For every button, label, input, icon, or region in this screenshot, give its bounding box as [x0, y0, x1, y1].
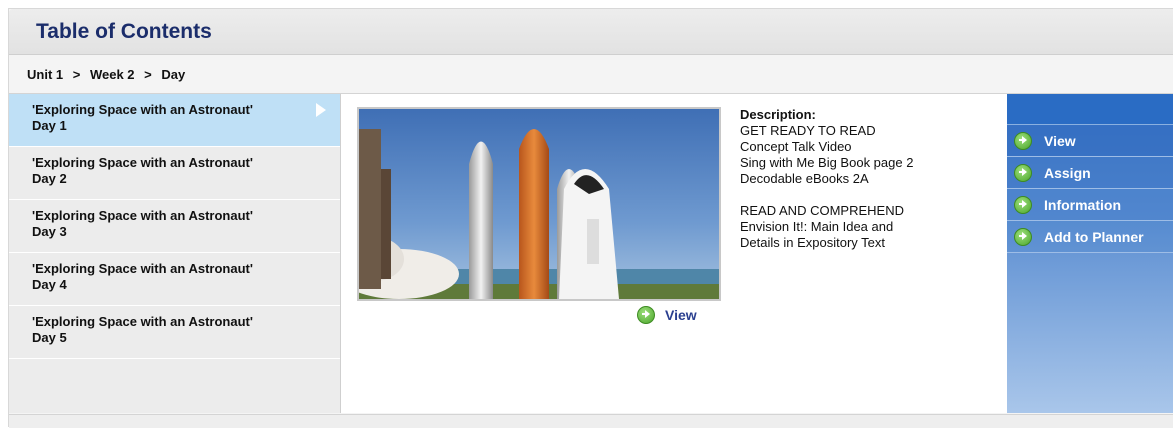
day-item-day: Day 1	[32, 118, 67, 133]
day-item-day: Day 3	[32, 224, 67, 239]
day-item-1[interactable]: 'Exploring Space with an Astronaut' Day …	[9, 94, 340, 147]
description-heading: Description:	[740, 107, 816, 122]
breadcrumb: Unit 1 > Week 2 > Day	[27, 67, 185, 82]
add-to-planner-button[interactable]: Add to Planner	[1007, 221, 1173, 253]
description-line: Details in Expository Text	[740, 235, 885, 250]
page-title: Table of Contents	[36, 20, 212, 43]
description-line	[740, 187, 990, 203]
action-panel: View Assign Information Add to Planner	[1007, 94, 1173, 413]
breadcrumb-unit[interactable]: Unit 1	[27, 67, 63, 82]
view-link-label: View	[665, 307, 697, 323]
content-area: 'Exploring Space with an Astronaut' Day …	[9, 94, 1173, 414]
view-link[interactable]: View	[637, 306, 697, 324]
description-line: Concept Talk Video	[740, 139, 852, 154]
day-item-title: 'Exploring Space with an Astronaut'	[32, 102, 253, 117]
title-bar: Table of Contents	[9, 9, 1173, 55]
description: Description: GET READY TO READ Concept T…	[740, 107, 990, 251]
information-button[interactable]: Information	[1007, 189, 1173, 221]
view-button-label: View	[1044, 132, 1076, 149]
shuttle-launch-image	[359, 109, 719, 299]
day-item-day: Day 4	[32, 277, 67, 292]
go-arrow-icon	[1014, 131, 1032, 150]
description-line: Decodable eBooks 2A	[740, 171, 869, 186]
day-item-5[interactable]: 'Exploring Space with an Astronaut' Day …	[9, 306, 340, 359]
day-item-title: 'Exploring Space with an Astronaut'	[32, 208, 253, 223]
day-item-title: 'Exploring Space with an Astronaut'	[32, 155, 253, 170]
information-button-label: Information	[1044, 196, 1121, 213]
breadcrumb-bar: Unit 1 > Week 2 > Day	[9, 55, 1173, 94]
breadcrumb-week[interactable]: Week 2	[90, 67, 135, 82]
play-arrow-icon	[316, 103, 326, 117]
breadcrumb-separator: >	[72, 67, 81, 82]
day-list: 'Exploring Space with an Astronaut' Day …	[9, 94, 341, 413]
description-line: GET READY TO READ	[740, 123, 876, 138]
day-item-day: Day 2	[32, 171, 67, 186]
day-item-day: Day 5	[32, 330, 67, 345]
day-item-title: 'Exploring Space with an Astronaut'	[32, 314, 253, 329]
lesson-thumbnail[interactable]	[357, 107, 721, 301]
assign-button[interactable]: Assign	[1007, 157, 1173, 189]
toc-frame: Table of Contents Unit 1 > Week 2 > Day …	[8, 8, 1173, 428]
assign-button-label: Assign	[1044, 164, 1091, 181]
description-line: READ AND COMPREHEND	[740, 203, 904, 218]
go-arrow-icon	[1014, 163, 1032, 182]
description-line: Sing with Me Big Book page 2	[740, 155, 914, 170]
go-arrow-icon	[637, 306, 655, 324]
description-line: Envision It!: Main Idea and	[740, 219, 894, 234]
add-to-planner-button-label: Add to Planner	[1044, 228, 1144, 245]
day-item-title: 'Exploring Space with an Astronaut'	[32, 261, 253, 276]
day-item-2[interactable]: 'Exploring Space with an Astronaut' Day …	[9, 147, 340, 200]
breadcrumb-separator: >	[144, 67, 152, 82]
go-arrow-icon	[1014, 227, 1032, 246]
view-button[interactable]: View	[1007, 125, 1173, 157]
day-item-3[interactable]: 'Exploring Space with an Astronaut' Day …	[9, 200, 340, 253]
action-panel-header	[1007, 94, 1173, 125]
go-arrow-icon	[1014, 195, 1032, 214]
day-item-4[interactable]: 'Exploring Space with an Astronaut' Day …	[9, 253, 340, 306]
main-panel: View Description: GET READY TO READ Conc…	[341, 94, 1007, 413]
breadcrumb-day[interactable]: Day	[161, 67, 185, 82]
